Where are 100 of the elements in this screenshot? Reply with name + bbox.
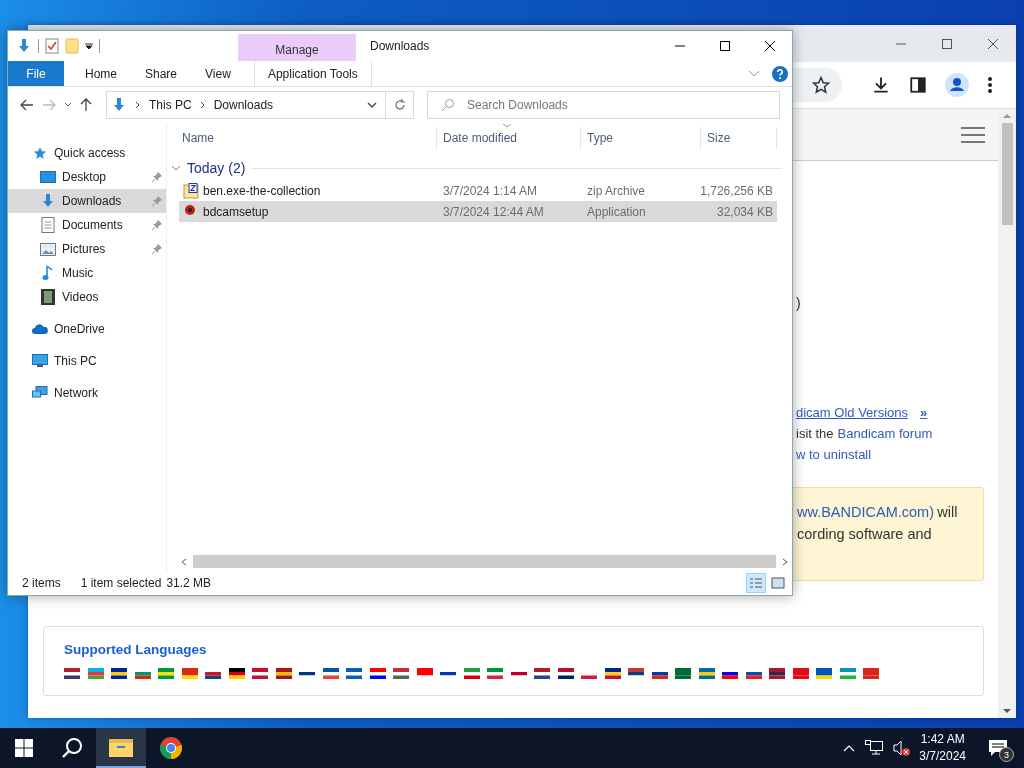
scrollbar-track[interactable] <box>998 109 1016 718</box>
old-versions-link[interactable]: dicam Old Versions <box>796 402 908 423</box>
flag-icon[interactable] <box>322 668 339 679</box>
expand-ribbon-icon[interactable] <box>748 69 760 78</box>
nav-item[interactable]: Documents <box>8 213 166 237</box>
folder-icon[interactable] <box>109 737 133 757</box>
taskbar-app[interactable] <box>96 728 146 768</box>
file-tab[interactable]: File <box>8 61 64 86</box>
date-cell-text: 3/7/2024 1:14 AM <box>442 183 539 198</box>
flag-icon[interactable] <box>111 668 127 679</box>
nav-item[interactable]: Videos <box>8 285 166 309</box>
address-field[interactable]: This PC Downloads <box>106 91 386 119</box>
column-header[interactable]: Size <box>701 127 777 149</box>
nav-item[interactable]: OneDrive <box>8 317 166 341</box>
search-icon[interactable] <box>61 737 83 759</box>
help-icon[interactable] <box>772 65 788 82</box>
window-title: Downloads <box>370 39 430 53</box>
file-row[interactable]: ben.exe-the-collection 3/7/2024 1:14 AM zip Archive 1,726,256 KB <box>179 180 777 201</box>
manage-tab[interactable]: Manage <box>238 34 356 61</box>
ribbon-tab[interactable]: Home <box>71 61 131 86</box>
flag-icon[interactable] <box>557 668 574 679</box>
nav-item[interactable]: This PC <box>8 349 166 373</box>
show-hidden-icons-icon[interactable] <box>843 744 856 752</box>
flag-icon[interactable] <box>628 668 644 679</box>
star-icon[interactable] <box>812 76 830 94</box>
uninstall-link[interactable]: w to uninstall <box>796 444 872 465</box>
maximize-icon[interactable] <box>941 37 953 50</box>
type-cell-text: Application <box>586 204 647 219</box>
chevron-icon[interactable] <box>135 101 141 109</box>
nav-item[interactable]: Quick access <box>8 141 166 165</box>
column-header[interactable]: Type <box>581 127 701 149</box>
flag-icon[interactable] <box>369 668 386 679</box>
side-panel-icon[interactable] <box>909 76 927 94</box>
scroll-down-icon[interactable] <box>1003 708 1011 714</box>
column-header[interactable]: Date modified <box>437 127 581 149</box>
notification-badge: 3 <box>999 747 1014 762</box>
dropdown-icon[interactable] <box>367 102 377 108</box>
breadcrumb[interactable]: Downloads <box>213 98 274 112</box>
nav-item[interactable]: Pictures <box>8 237 166 261</box>
site-link[interactable]: ww.BANDICAM.com) <box>797 504 934 520</box>
film-icon <box>40 289 56 305</box>
start-icon[interactable] <box>15 739 33 757</box>
flag-icon[interactable] <box>228 668 245 679</box>
ribbon-tab[interactable]: Application Tools <box>253 61 372 86</box>
volume-icon[interactable] <box>893 740 912 756</box>
ribbon-tab[interactable]: Share <box>131 61 192 86</box>
breadcrumb[interactable]: This PC <box>149 98 192 112</box>
network-icon[interactable] <box>865 740 884 756</box>
scroll-thumb[interactable] <box>193 555 776 568</box>
notice-text: will <box>937 504 958 520</box>
up-icon[interactable] <box>80 98 92 112</box>
size-cell-text: 32,034 KB <box>715 204 774 219</box>
monitor-icon <box>32 354 48 368</box>
chevron-icon[interactable] <box>199 101 206 109</box>
flag-icon[interactable] <box>275 668 292 679</box>
close-icon[interactable] <box>763 40 776 52</box>
pin-icon[interactable] <box>152 172 162 182</box>
nav-item[interactable]: Downloads <box>8 189 166 213</box>
address-bar[interactable] <box>792 68 842 102</box>
browser-logo-icon[interactable] <box>159 736 183 760</box>
pin-icon[interactable] <box>152 244 162 254</box>
refresh-icon[interactable] <box>393 99 406 111</box>
scroll-left-icon[interactable] <box>181 557 187 566</box>
column-header[interactable]: Name <box>179 127 437 149</box>
file-row[interactable]: bdcamsetup 3/7/2024 12:44 AM Application 32,034 KB <box>179 201 777 222</box>
group-header[interactable]: Today (2) <box>187 160 246 176</box>
recent-dropdown-icon[interactable] <box>64 102 72 108</box>
flag-icon[interactable] <box>346 668 362 679</box>
refresh-button[interactable] <box>385 91 414 119</box>
profile-icon[interactable] <box>945 73 969 97</box>
size-cell-text: 1,726,256 KB <box>701 183 774 198</box>
file-name: ben.exe-the-collection <box>203 183 321 198</box>
scroll-right-icon[interactable] <box>782 557 788 566</box>
download-arrow-icon <box>111 97 127 113</box>
nav-item[interactable]: Music <box>8 261 166 285</box>
clock[interactable]: 1:42 AM 3/7/2024 <box>919 731 966 765</box>
close-icon[interactable] <box>987 37 999 50</box>
back-icon[interactable] <box>20 99 34 111</box>
item-count: 2 items <box>22 576 61 590</box>
more-link[interactable]: » <box>920 402 928 423</box>
search-field[interactable]: Search Downloads <box>427 91 780 119</box>
properties-icon[interactable] <box>45 38 59 54</box>
nav-item[interactable]: Network <box>8 381 166 405</box>
picture-icon <box>40 242 56 256</box>
nav-item[interactable]: Desktop <box>8 165 166 189</box>
menu-icon[interactable] <box>987 76 993 94</box>
forum-link[interactable]: Bandicam forum <box>837 423 933 444</box>
dropdown-icon[interactable] <box>85 42 93 50</box>
flag-icon[interactable] <box>534 668 550 679</box>
text-fragment: ) <box>796 294 801 312</box>
scroll-thumb[interactable] <box>1001 123 1013 225</box>
chevron-icon[interactable] <box>171 163 181 173</box>
download-icon[interactable] <box>871 75 891 95</box>
flag-icon[interactable] <box>64 668 80 679</box>
pin-icon[interactable] <box>152 220 162 230</box>
download-folder-icon[interactable] <box>16 38 32 54</box>
ribbon-tab[interactable]: View <box>191 61 245 86</box>
star-icon <box>32 146 48 160</box>
flag-icon[interactable] <box>604 668 621 679</box>
maximize-icon[interactable] <box>718 40 731 52</box>
